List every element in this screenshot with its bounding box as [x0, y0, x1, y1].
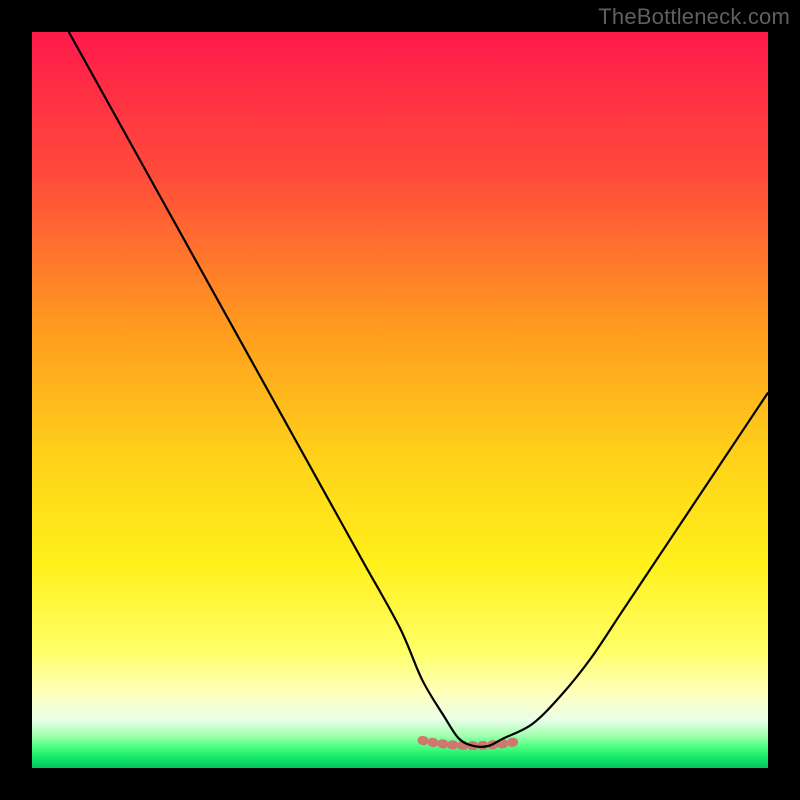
chart-frame: TheBottleneck.com: [0, 0, 800, 800]
bottleneck-chart: [0, 0, 800, 800]
plot-background: [32, 32, 768, 768]
